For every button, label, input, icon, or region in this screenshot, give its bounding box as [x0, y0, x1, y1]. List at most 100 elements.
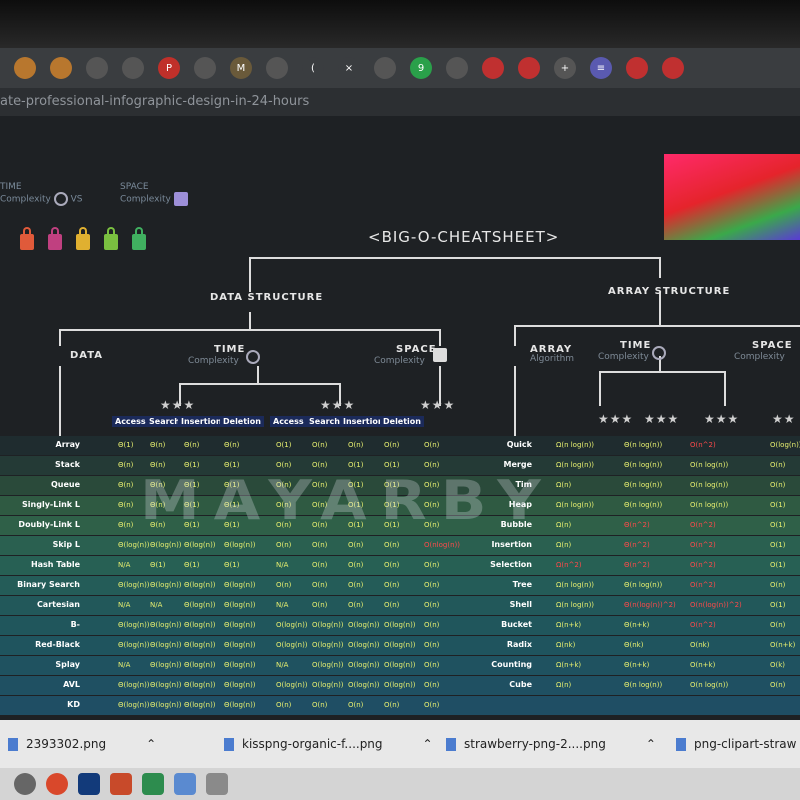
browser-tab-icon[interactable]: × — [338, 57, 360, 79]
browser-tab-icon[interactable] — [86, 57, 108, 79]
table-cell: Θ(n) — [184, 441, 200, 449]
row-label: Array — [55, 440, 80, 449]
algorithm-cell: Ω(n log(n)) — [556, 581, 595, 589]
table-cell: Θ(n) — [224, 441, 240, 449]
array-structure-label: ARRAY STRUCTURE — [608, 286, 731, 297]
table-cell: O(n) — [424, 601, 440, 609]
table-cell: O(nlog(n)) — [424, 541, 460, 549]
table-cell: Θ(log(n)) — [118, 581, 150, 589]
algorithm-cell: O(n log(n)) — [690, 501, 729, 509]
table-cell: O(n) — [276, 461, 292, 469]
table-cell: Θ(log(n)) — [224, 681, 256, 689]
app-icon[interactable] — [110, 773, 132, 795]
table-cell: Θ(log(n)) — [150, 701, 182, 709]
chrome-icon[interactable] — [46, 773, 68, 795]
table-cell: Θ(log(n)) — [150, 661, 182, 669]
table-cell: Θ(log(n)) — [184, 701, 216, 709]
algorithm-cell: O(1) — [770, 541, 786, 549]
table-cell: Θ(log(n)) — [150, 621, 182, 629]
table-cell: Θ(log(n)) — [184, 681, 216, 689]
download-item[interactable]: kisspng-organic-f....png ⌃ — [224, 720, 433, 768]
download-item[interactable]: png-clipart-straw — [676, 720, 796, 768]
browser-tab-icon[interactable]: M — [230, 57, 252, 79]
algorithm-cell: O(log(n)) — [770, 441, 800, 449]
algorithm-label: Cube — [509, 680, 532, 689]
table-cell: O(log(n)) — [384, 621, 416, 629]
column-header: Deletion — [380, 416, 424, 427]
algorithm-cell: Θ(nk) — [624, 641, 644, 649]
chevron-up-icon[interactable]: ⌃ — [146, 737, 156, 751]
algorithm-cell: O(n^2) — [690, 521, 716, 529]
browser-tab-icon[interactable] — [50, 57, 72, 79]
table-cell: O(log(n)) — [276, 681, 308, 689]
browser-tab-icon[interactable] — [194, 57, 216, 79]
chevron-up-icon[interactable]: ⌃ — [423, 737, 433, 751]
algorithm-cell: Θ(n^2) — [624, 561, 650, 569]
row-label: B- — [70, 620, 80, 629]
browser-tab-icon[interactable] — [626, 57, 648, 79]
browser-tab-icon[interactable]: + — [554, 57, 576, 79]
algorithm-cell: O(n) — [770, 621, 786, 629]
browser-tab-icon[interactable] — [446, 57, 468, 79]
table-cell: Θ(n) — [118, 521, 134, 529]
star-rating: ★★★ — [644, 412, 680, 426]
browser-tab-icon[interactable] — [374, 57, 396, 79]
table-row: Splay N/A Θ(log(n)) Θ(log(n)) Θ(log(n)) N/A O(… — [0, 656, 800, 675]
column-header: Insertion — [178, 416, 225, 427]
as-time-label: TIME — [620, 340, 652, 351]
photoshop-icon[interactable] — [78, 773, 100, 795]
table-cell: Θ(log(n)) — [184, 601, 216, 609]
table-cell: Θ(1) — [184, 461, 200, 469]
browser-tab-icon[interactable]: P — [158, 57, 180, 79]
file-icon — [224, 737, 234, 751]
system-icon[interactable] — [14, 773, 36, 795]
ds-time-label: TIME — [214, 344, 246, 355]
algorithm-label: Bucket — [501, 620, 532, 629]
algorithm-cell: O(n) — [770, 481, 786, 489]
algorithm-cell: Θ(n+k) — [624, 621, 650, 629]
row-label: Cartesian — [36, 600, 80, 609]
algorithm-label: Insertion — [491, 540, 532, 549]
table-cell: Θ(log(n)) — [224, 541, 256, 549]
browser-tab-icon[interactable] — [266, 57, 288, 79]
app-icon[interactable] — [206, 773, 228, 795]
table-cell: Θ(n) — [118, 501, 134, 509]
browser-tab-icon[interactable] — [14, 57, 36, 79]
star-rating: ★★★ — [598, 412, 634, 426]
browser-tab-icon[interactable] — [662, 57, 684, 79]
data-structure-label: DATA STRUCTURE — [210, 292, 324, 303]
table-cell: Θ(log(n)) — [184, 541, 216, 549]
table-cell: N/A — [150, 601, 163, 609]
app-icon[interactable] — [174, 773, 196, 795]
table-cell: O(n) — [384, 561, 400, 569]
browser-tab-icon[interactable]: ( — [302, 57, 324, 79]
download-item[interactable]: 2393302.png ⌃ — [8, 720, 156, 768]
browser-tab-icon[interactable] — [122, 57, 144, 79]
algorithm-cell: Θ(n log(n)) — [624, 461, 663, 469]
table-row: Hash Table N/A Θ(1) Θ(1) Θ(1) N/A O(n) O(n) O(n)… — [0, 556, 800, 575]
table-cell: Θ(log(n)) — [150, 581, 182, 589]
download-item[interactable]: strawberry-png-2....png ⌃ — [446, 720, 656, 768]
algorithm-cell: O(nk) — [690, 641, 710, 649]
table-cell: Θ(log(n)) — [118, 701, 150, 709]
table-cell: O(n) — [348, 541, 364, 549]
download-filename: strawberry-png-2....png — [464, 737, 606, 751]
browser-tab-icon[interactable] — [518, 57, 540, 79]
table-cell: N/A — [276, 561, 289, 569]
algorithm-cell: Ω(n+k) — [556, 661, 582, 669]
browser-tab-icon[interactable]: ≡ — [590, 57, 612, 79]
address-bar[interactable]: ate-professional-infographic-design-in-2… — [0, 88, 800, 116]
app-icon[interactable] — [142, 773, 164, 795]
browser-tab-icon[interactable]: 9 — [410, 57, 432, 79]
table-cell: O(log(n)) — [348, 621, 380, 629]
row-label: KD — [67, 700, 80, 709]
file-icon — [676, 737, 686, 751]
chevron-up-icon[interactable]: ⌃ — [646, 737, 656, 751]
table-cell: O(n) — [424, 701, 440, 709]
table-cell: Θ(log(n)) — [184, 641, 216, 649]
table-cell: Θ(log(n)) — [150, 681, 182, 689]
table-cell: Θ(1) — [150, 561, 166, 569]
browser-tab-icon[interactable] — [482, 57, 504, 79]
downloads-bar: 2393302.png ⌃ kisspng-organic-f....png ⌃ str… — [0, 720, 800, 768]
browser-tab-bar[interactable]: P M ( × 9 + ≡ — [0, 48, 800, 88]
